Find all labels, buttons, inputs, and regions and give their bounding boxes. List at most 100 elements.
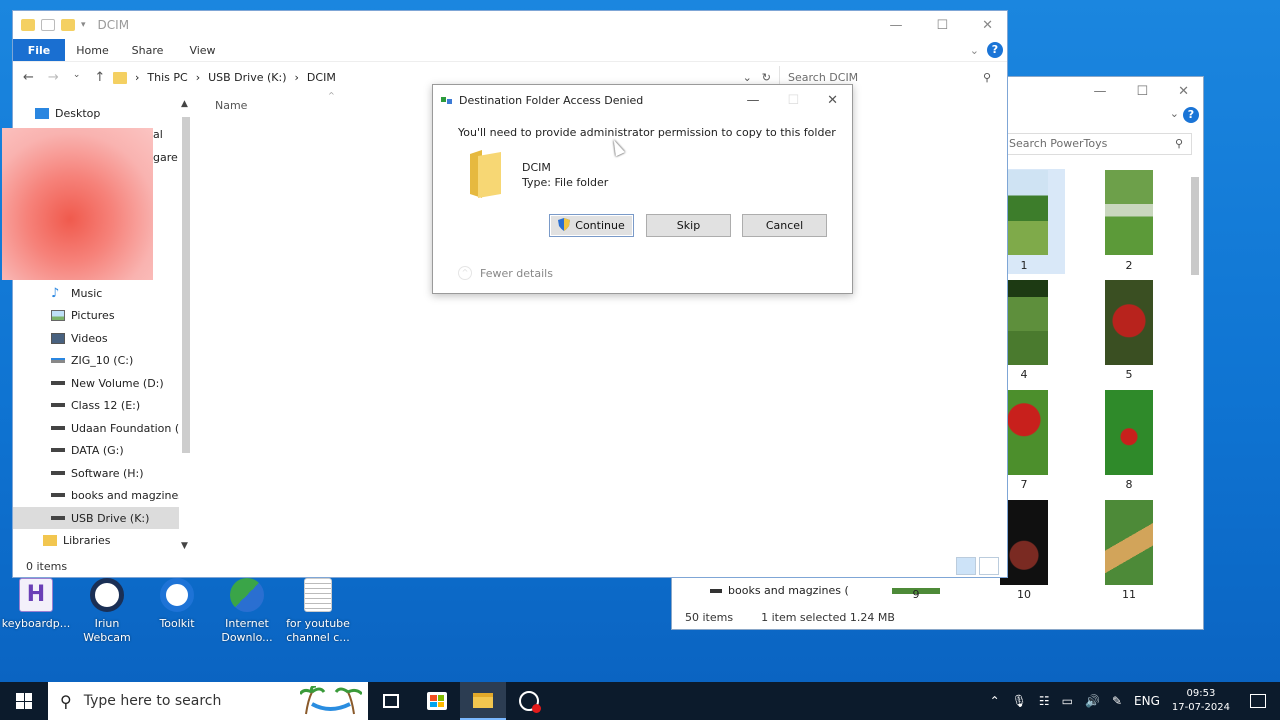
breadcrumb-usb-drive[interactable]: USB Drive (K:): [208, 71, 286, 84]
chevron-down-icon[interactable]: ⌄: [1170, 107, 1179, 120]
pen-icon[interactable]: ✎: [1112, 694, 1122, 708]
nav-item-music[interactable]: ♪ Music: [13, 282, 179, 304]
customize-toolbar-icon[interactable]: ▾: [81, 20, 86, 30]
nav-item-drive-e[interactable]: Class 12 (E:): [13, 394, 179, 416]
back-arrow-icon[interactable]: ←: [23, 70, 34, 85]
nav-item-drive-h[interactable]: Software (H:): [13, 462, 179, 484]
nav-item-videos[interactable]: Videos: [13, 327, 179, 349]
close-button[interactable]: ✕: [982, 18, 993, 33]
screen-recorder-button[interactable]: [506, 682, 552, 720]
minimize-button[interactable]: —: [746, 93, 759, 108]
details-view-button[interactable]: [956, 557, 976, 575]
nav-item-drive-d[interactable]: New Volume (D:): [13, 372, 179, 394]
nav-item-drive-c[interactable]: ZIG_10 (C:): [13, 349, 179, 371]
breadcrumb-separator-icon[interactable]: ›: [196, 71, 200, 84]
cancel-button[interactable]: Cancel: [742, 214, 827, 237]
search-input[interactable]: Search PowerToys ⚲: [1002, 133, 1192, 155]
obscured-text: gare: [153, 151, 178, 164]
continue-button[interactable]: Continue: [549, 214, 634, 237]
nav-scrollbar[interactable]: ▲ ▼: [179, 95, 193, 555]
file-explorer-icon: [473, 692, 493, 708]
tab-share[interactable]: Share: [120, 39, 175, 61]
breadcrumb-separator-icon[interactable]: ›: [295, 71, 299, 84]
nav-item-label: Libraries: [63, 533, 111, 547]
scroll-up-icon[interactable]: ▲: [181, 99, 188, 109]
nav-item-desktop[interactable]: Desktop: [13, 102, 179, 124]
folder-type: Type: File folder: [522, 176, 609, 189]
minimize-button[interactable]: —: [1093, 84, 1106, 99]
maximize-button[interactable]: ☐: [1136, 84, 1148, 99]
network-icon[interactable]: ☷: [1039, 694, 1050, 708]
thumbnail-image[interactable]: [1105, 170, 1153, 255]
text-file-icon: [304, 578, 332, 612]
scrollbar-thumb[interactable]: [1191, 177, 1199, 275]
nav-item-pictures[interactable]: Pictures: [13, 304, 179, 326]
microsoft-store-button[interactable]: [414, 682, 460, 720]
tab-home[interactable]: Home: [65, 39, 120, 61]
tab-file[interactable]: File: [13, 39, 65, 61]
address-dropdown-icon[interactable]: ⌄: [743, 71, 752, 84]
new-folder-icon[interactable]: [61, 19, 75, 31]
desktop-icon-toolkit[interactable]: Toolkit: [142, 578, 212, 631]
taskbar-search-placeholder: Type here to search: [83, 693, 222, 709]
close-button[interactable]: ✕: [1178, 84, 1189, 99]
dialog-title-bar: Destination Folder Access Denied — ☐ ✕: [433, 85, 852, 115]
search-placeholder: Search DCIM: [788, 71, 859, 84]
help-icon[interactable]: ?: [987, 42, 1003, 58]
nav-item-books[interactable]: books and magzines (: [13, 484, 179, 506]
task-view-button[interactable]: [368, 682, 414, 720]
desktop-icon-youtube-file[interactable]: for youtube channel c...: [283, 578, 353, 645]
column-header-name[interactable]: Name: [215, 99, 247, 112]
pictures-icon: [51, 309, 65, 321]
taskbar: ⚲ Type here to search ⌃ 🎙 ☷ ▭ �: [0, 682, 1280, 720]
minimize-button[interactable]: —: [889, 18, 902, 33]
help-icon[interactable]: ?: [1183, 107, 1199, 123]
start-button[interactable]: [0, 682, 48, 720]
show-hidden-icons-icon[interactable]: ⌃: [990, 694, 1000, 708]
scroll-down-icon[interactable]: ▼: [181, 541, 188, 551]
thumbnail-grid: 1 2 4 5 7 8 10 11 9: [892, 169, 1192, 609]
vertical-scrollbar[interactable]: [1191, 167, 1199, 607]
up-arrow-icon[interactable]: ↑: [94, 70, 105, 85]
large-icons-view-button[interactable]: [979, 557, 999, 575]
dialog-message: You'll need to provide administrator per…: [458, 126, 836, 139]
skip-button[interactable]: Skip: [646, 214, 731, 237]
thumbnail-image[interactable]: [1105, 500, 1153, 585]
language-indicator[interactable]: ENG: [1134, 694, 1160, 708]
desktop-icon-iriun[interactable]: Iriun Webcam: [72, 578, 142, 645]
refresh-icon[interactable]: ↻: [762, 71, 771, 84]
desktop-icon-label: Iriun Webcam: [83, 617, 131, 644]
scrollbar-thumb[interactable]: [182, 117, 190, 453]
nav-item-drive-f[interactable]: Udaan Foundation (F:): [13, 417, 179, 439]
thumbnail-image[interactable]: [1105, 280, 1153, 365]
access-denied-dialog[interactable]: Destination Folder Access Denied — ☐ ✕ Y…: [432, 84, 853, 294]
thumbnail-image[interactable]: [1105, 390, 1153, 475]
close-button[interactable]: ✕: [827, 93, 838, 108]
nav-item-usb-drive[interactable]: USB Drive (K:): [13, 507, 179, 529]
tab-view[interactable]: View: [175, 39, 230, 61]
volume-icon[interactable]: 🔊: [1085, 694, 1100, 708]
properties-icon[interactable]: [41, 19, 55, 31]
notification-center-icon[interactable]: [1250, 694, 1266, 708]
display-icon[interactable]: ▭: [1062, 694, 1073, 708]
forward-arrow-icon[interactable]: →: [48, 70, 59, 85]
nav-item-books[interactable]: books and magzines (: [710, 584, 849, 597]
fewer-details-toggle[interactable]: ^ Fewer details: [458, 266, 553, 280]
recent-locations-icon[interactable]: ⌄: [73, 70, 81, 85]
nav-item-libraries[interactable]: Libraries: [13, 529, 179, 551]
breadcrumb-this-pc[interactable]: This PC: [147, 71, 187, 84]
thumbnail-label: 9: [912, 588, 920, 601]
breadcrumb-dcim[interactable]: DCIM: [307, 71, 336, 84]
fewer-details-label: Fewer details: [480, 266, 553, 280]
clock[interactable]: 09:53 17-07-2024: [1172, 687, 1230, 715]
maximize-button[interactable]: ☐: [936, 18, 948, 33]
breadcrumb-separator-icon[interactable]: ›: [135, 71, 139, 84]
microphone-icon[interactable]: 🎙: [1012, 694, 1027, 708]
breadcrumb[interactable]: › This PC › USB Drive (K:) › DCIM: [113, 71, 336, 84]
desktop-icon-idm[interactable]: Internet Downlo...: [212, 578, 282, 645]
taskbar-search-box[interactable]: ⚲ Type here to search: [48, 682, 368, 720]
nav-item-drive-g[interactable]: DATA (G:): [13, 439, 179, 461]
expand-ribbon-icon[interactable]: ⌄: [970, 44, 979, 57]
file-explorer-button[interactable]: [460, 682, 506, 720]
desktop-icon-keyboardp[interactable]: H keyboardp...: [1, 578, 71, 631]
